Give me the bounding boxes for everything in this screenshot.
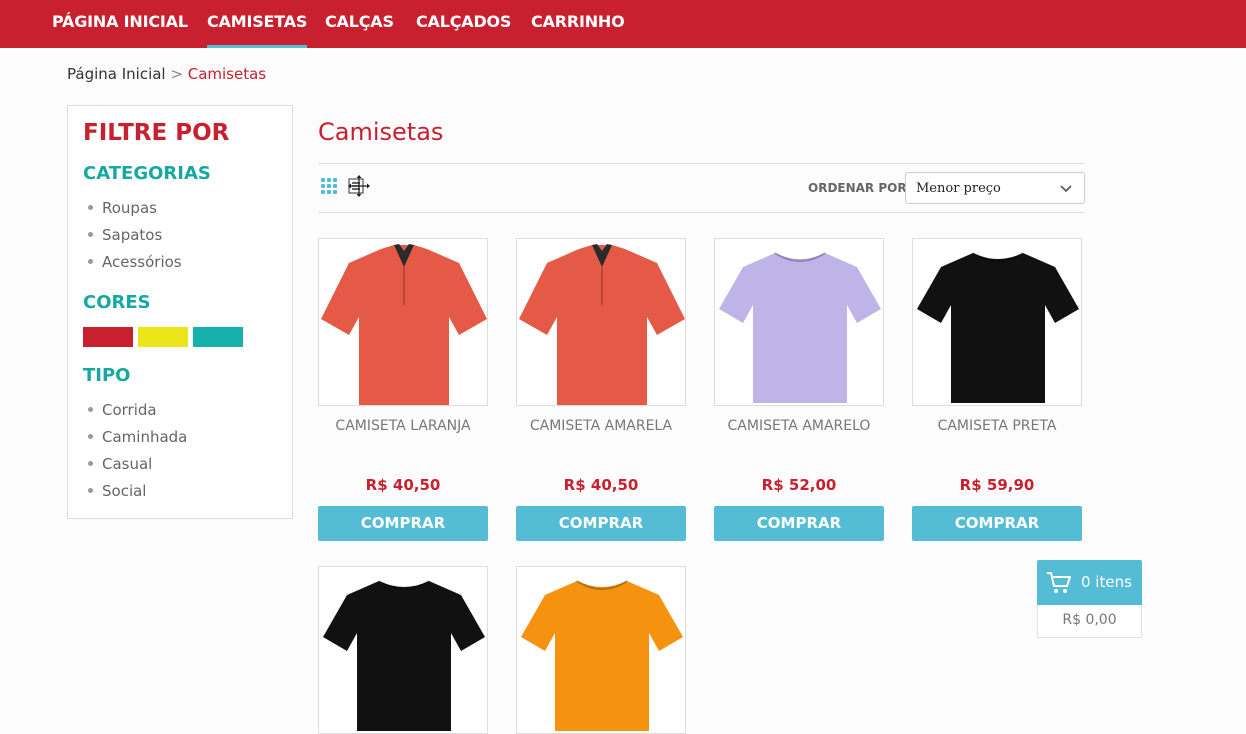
product-name[interactable]: CAMISETA AMARELO [714,418,884,434]
category-label: Acessórios [102,253,182,271]
divider [318,212,1085,213]
bullet-icon [88,258,93,264]
product-image[interactable] [516,238,686,406]
shirt-image [519,244,685,405]
nav-item-carrinho[interactable]: CARRINHO [531,0,625,48]
breadcrumb-home-link[interactable]: Página Inicial [67,65,166,83]
shirt-image [917,252,1079,403]
bullet-icon [88,487,93,493]
product-image[interactable] [912,238,1082,406]
product-image[interactable] [318,566,488,734]
categories-heading: CATEGORIAS [83,163,211,184]
product-image[interactable] [516,566,686,734]
nav-item-pagina-inicial[interactable]: PÁGINA INICIAL [52,0,188,48]
category-label: Roupas [102,199,157,217]
product-image[interactable] [318,238,488,406]
grid-view-icon[interactable] [321,178,339,196]
cart-total: R$ 0,00 [1037,605,1142,638]
shirt-image [719,252,881,403]
bullet-icon [88,204,93,210]
filter-sidebar: FILTRE POR CATEGORIAS Roupas Sapatos Ace… [67,105,293,519]
sort-label: ORDENAR POR [808,181,907,195]
product-image[interactable] [714,238,884,406]
cart-item-count: 0 itens [1081,573,1132,591]
nav-item-calcas[interactable]: CALÇAS [325,0,394,48]
breadcrumb: Página Inicial > Camisetas [67,65,266,83]
product-name[interactable]: CAMISETA AMARELA [516,418,686,434]
divider [318,163,1085,164]
buy-button[interactable]: COMPRAR [318,506,488,541]
cart-button[interactable]: 0 itens [1037,560,1142,605]
type-item-caminhada[interactable]: Caminhada [83,424,187,451]
shirt-image [521,580,683,731]
product-price: R$ 40,50 [563,476,639,494]
type-item-casual[interactable]: Casual [83,451,187,478]
type-label: Corrida [102,401,157,419]
nav-item-calcados[interactable]: CALÇADOS [416,0,511,48]
color-swatch-red[interactable] [83,327,133,347]
type-item-corrida[interactable]: Corrida [83,397,187,424]
type-label: Caminhada [102,428,188,446]
shirt-image [321,244,487,405]
shirt-image [323,580,485,731]
cart-icon [1047,572,1071,593]
category-item-roupas[interactable]: Roupas [83,195,182,222]
colors-heading: CORES [83,292,151,313]
buy-button[interactable]: COMPRAR [912,506,1082,541]
buy-button[interactable]: COMPRAR [714,506,884,541]
categories-list: Roupas Sapatos Acessórios [83,195,182,276]
page-title: Camisetas [318,118,444,146]
product-price: R$ 40,50 [365,476,441,494]
bullet-icon [88,406,93,412]
nav-item-camisetas[interactable]: CAMISETAS [207,0,308,48]
chevron-down-icon [1060,185,1072,193]
type-label: Casual [102,455,153,473]
bullet-icon [88,460,93,466]
product-price: R$ 52,00 [761,476,837,494]
type-list: Corrida Caminhada Casual Social [83,397,187,505]
breadcrumb-current: Camisetas [187,65,267,83]
color-swatch-yellow[interactable] [138,327,188,347]
product-name[interactable]: CAMISETA LARANJA [318,418,488,434]
filter-title: FILTRE POR [83,120,230,146]
list-view-icon[interactable] [347,175,371,197]
bullet-icon [88,231,93,237]
bullet-icon [88,433,93,439]
cart-widget: 0 itens R$ 0,00 [1037,560,1142,638]
category-label: Sapatos [102,226,163,244]
breadcrumb-separator: > [170,65,183,83]
category-item-acessorios[interactable]: Acessórios [83,249,182,276]
top-navigation: PÁGINA INICIAL CAMISETAS CALÇAS CALÇADOS… [0,0,1246,48]
product-price: R$ 59,90 [959,476,1035,494]
category-item-sapatos[interactable]: Sapatos [83,222,182,249]
product-name[interactable]: CAMISETA PRETA [912,418,1082,434]
type-heading: TIPO [83,365,131,386]
sort-select[interactable]: Menor preço [905,172,1085,204]
buy-button[interactable]: COMPRAR [516,506,686,541]
sort-selected-value: Menor preço [916,181,1001,196]
type-item-social[interactable]: Social [83,478,187,505]
color-swatch-teal[interactable] [193,327,243,347]
type-label: Social [102,482,147,500]
